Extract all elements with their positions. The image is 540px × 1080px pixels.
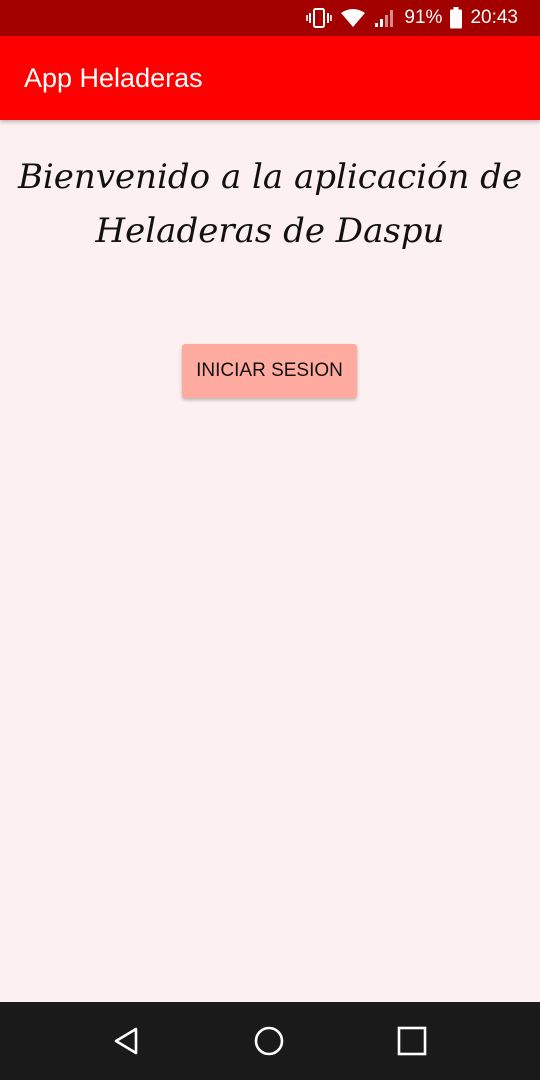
welcome-message: Bienvenido a la aplicación de Heladeras … xyxy=(0,150,540,258)
welcome-line-2: Heladeras de Daspu xyxy=(95,211,445,251)
back-icon[interactable] xyxy=(106,1020,148,1062)
battery-icon xyxy=(450,7,463,29)
welcome-line-1: Bienvenido a la aplicación de xyxy=(17,157,523,197)
battery-level: 91% xyxy=(404,7,443,28)
clock: 20:43 xyxy=(470,7,518,28)
signal-icon xyxy=(374,8,396,28)
navigation-bar xyxy=(0,1002,540,1080)
status-bar: 91% 20:43 xyxy=(0,0,540,36)
vibrate-icon xyxy=(306,7,333,29)
app-title: App Heladeras xyxy=(24,62,203,93)
login-button[interactable]: INICIAR SESION xyxy=(182,344,357,398)
app-bar: App Heladeras xyxy=(0,36,540,120)
recents-icon[interactable] xyxy=(391,1020,433,1062)
wifi-icon xyxy=(340,8,366,28)
home-icon[interactable] xyxy=(248,1020,290,1062)
